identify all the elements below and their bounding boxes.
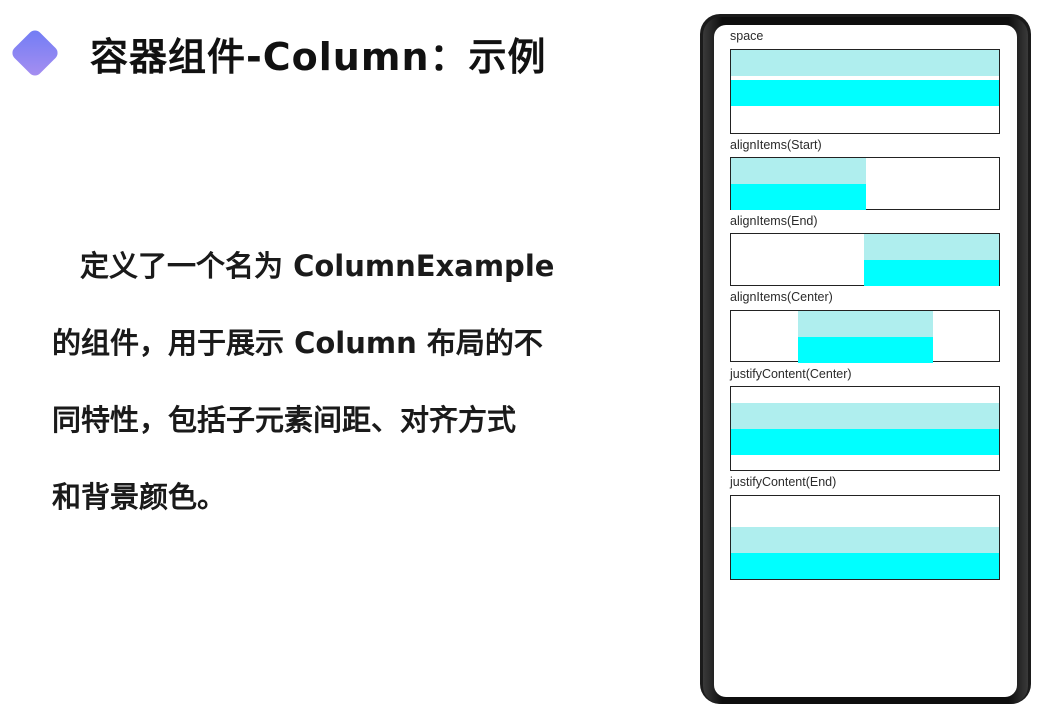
justify-center-item-1 — [731, 403, 999, 429]
align-start-item-2 — [731, 184, 866, 210]
align-end-column-box — [730, 233, 1000, 286]
section-label-space: space — [730, 29, 764, 43]
section-label-align-start: alignItems(Start) — [730, 138, 822, 152]
description-line: 的组件，用于展示 Column 布局的不 — [52, 326, 543, 360]
space-item-1 — [731, 50, 999, 76]
align-center-column-box — [730, 310, 1000, 363]
section-label-align-end: alignItems(End) — [730, 214, 818, 228]
section-label-align-center: alignItems(Center) — [730, 290, 833, 304]
space-item-2 — [731, 80, 999, 106]
justify-center-item-2 — [731, 429, 999, 455]
phone-screen: space alignItems(Start) alignItems(End) … — [714, 25, 1017, 697]
align-center-item-1 — [798, 311, 933, 337]
description-line: 定义了一个名为 ColumnExample — [80, 249, 555, 283]
description-text: 定义了一个名为 ColumnExample 的组件，用于展示 Column 布局… — [52, 228, 592, 536]
phone-frame: space alignItems(Start) alignItems(End) … — [700, 14, 1031, 704]
align-end-item-1 — [864, 234, 999, 260]
description-line: 同特性，包括子元素间距、对齐方式 — [52, 403, 517, 437]
align-end-item-2 — [864, 260, 999, 286]
section-label-justify-end: justifyContent(End) — [730, 475, 837, 489]
align-start-column-box — [730, 157, 1000, 210]
description-line: 和背景颜色。 — [52, 480, 227, 514]
justify-end-item-1 — [731, 527, 999, 553]
title-diamond-icon — [4, 22, 66, 84]
section-label-justify-center: justifyContent(Center) — [730, 367, 852, 381]
space-column-box — [730, 49, 1000, 134]
align-start-item-1 — [731, 158, 866, 184]
justify-end-column-box — [730, 495, 1000, 580]
align-center-item-2 — [798, 337, 933, 363]
slide-title: 容器组件-Column：示例 — [90, 35, 547, 79]
justify-end-item-2 — [731, 553, 999, 579]
justify-center-column-box — [730, 386, 1000, 471]
